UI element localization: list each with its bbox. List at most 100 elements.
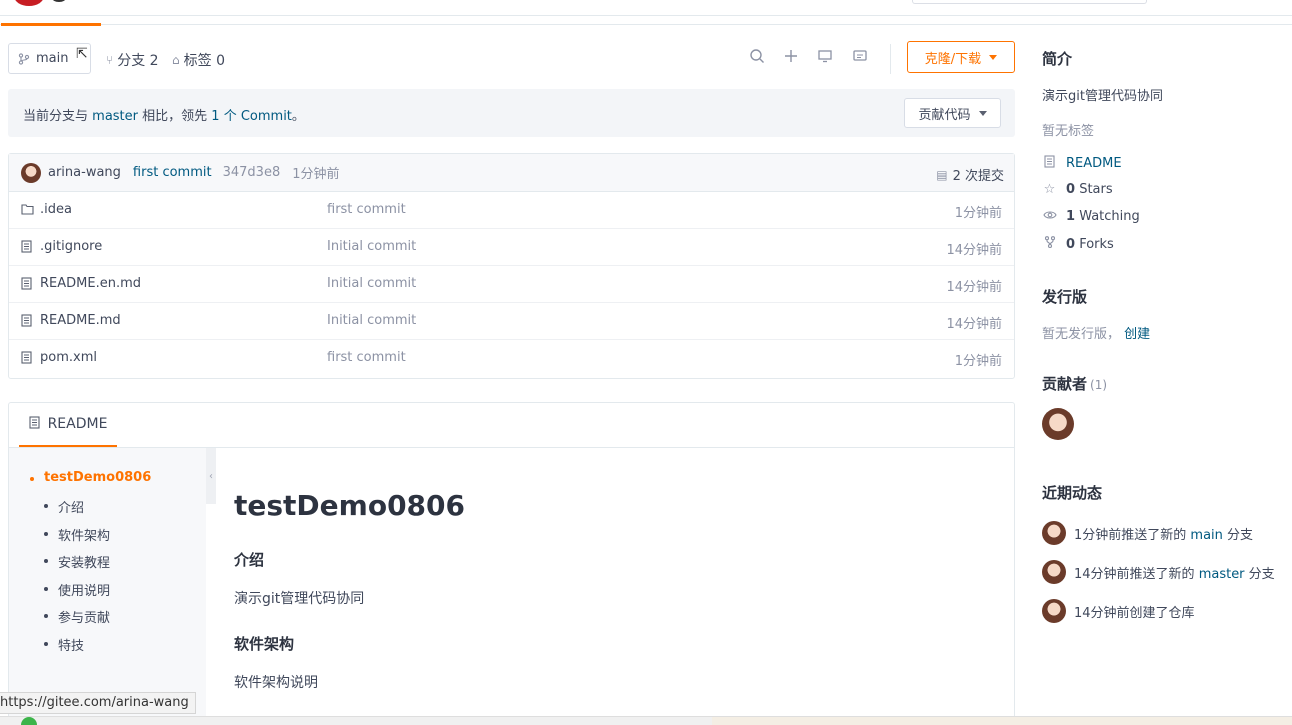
commit-author[interactable]: arina-wang xyxy=(48,165,121,180)
commit-message-link[interactable]: first commit xyxy=(133,165,212,180)
stars-stat[interactable]: ☆ 0 Stars xyxy=(1042,182,1113,197)
file-time: 14分钟前 xyxy=(946,243,1002,258)
commit-sha[interactable]: 347d3e8 xyxy=(223,165,281,180)
activity-item: 14分钟前推送了新的 master 分支 xyxy=(1042,560,1275,584)
readme-heading-arch: 软件架构 xyxy=(234,635,295,653)
readme-icon xyxy=(29,415,40,433)
forks-stat[interactable]: 0 Forks xyxy=(1042,236,1114,252)
contributor-avatar[interactable] xyxy=(1042,408,1074,440)
file-commit-message[interactable]: Initial commit xyxy=(327,239,416,254)
activity-avatar[interactable] xyxy=(1042,521,1066,545)
branch-selector[interactable]: main ⇱ xyxy=(8,43,91,74)
file-row[interactable]: .gitignore Initial commit 14分钟前 xyxy=(9,229,1014,266)
compare-text: 当前分支与 master 相比，领先 1 个 Commit。 xyxy=(23,105,305,124)
create-release-link[interactable]: 创建 xyxy=(1124,327,1150,342)
activity-branch-link[interactable]: main xyxy=(1190,528,1222,543)
web-ide-icon[interactable] xyxy=(815,48,835,68)
readme-toc: testDemo0806 介绍 软件架构 安装教程 使用说明 参与贡献 特技 xyxy=(9,448,206,724)
stars-count: 0 xyxy=(1066,182,1076,197)
chevron-left-icon: ‹ xyxy=(209,470,213,482)
readme-panel: README testDemo0806 介绍 软件架构 安装教程 使用说明 参与… xyxy=(8,402,1015,725)
file-row[interactable]: .idea first commit 1分钟前 xyxy=(9,192,1014,229)
watching-count: 1 xyxy=(1066,209,1076,224)
readme-link[interactable]: README xyxy=(1042,155,1122,172)
compare-prefix: 当前分支与 xyxy=(23,109,89,124)
toc-item[interactable]: 软件架构 xyxy=(43,525,110,544)
watching-label: Watching xyxy=(1079,209,1140,224)
file-icon xyxy=(21,314,32,331)
no-release-label: 暂无发行版， xyxy=(1042,327,1121,342)
file-commit-message[interactable]: Initial commit xyxy=(327,313,416,328)
no-release-text: 暂无发行版， 创建 xyxy=(1042,323,1150,342)
branch-icon xyxy=(18,52,30,65)
file-time: 14分钟前 xyxy=(946,317,1002,332)
contribute-code-button[interactable]: 贡献代码 xyxy=(904,98,1001,128)
file-row[interactable]: pom.xml first commit 1分钟前 xyxy=(9,340,1014,377)
file-commit-message[interactable]: first commit xyxy=(327,202,406,217)
toc-item[interactable]: 参与贡献 xyxy=(43,607,110,626)
toc-collapse-toggle[interactable]: ‹ xyxy=(206,448,216,504)
activity-suffix: 分支 xyxy=(1248,566,1275,582)
gitee-logo-icon[interactable] xyxy=(14,0,44,6)
file-name[interactable]: README.en.md xyxy=(40,276,141,291)
file-row[interactable]: README.en.md Initial commit 14分钟前 xyxy=(9,266,1014,303)
tags-link[interactable]: ⌂ 标签 0 xyxy=(172,50,225,70)
readme-link-label: README xyxy=(1066,156,1122,171)
folder-icon xyxy=(21,203,34,219)
taskbar-strip xyxy=(712,717,1292,725)
top-nav xyxy=(0,0,1292,16)
forks-label: Forks xyxy=(1079,236,1114,252)
branch-compare-bar: 当前分支与 master 相比，领先 1 个 Commit。 贡献代码 xyxy=(8,89,1015,137)
app-icon[interactable] xyxy=(21,717,37,725)
file-name[interactable]: .gitignore xyxy=(40,239,102,254)
nav-search-box[interactable] xyxy=(912,0,1147,4)
activity-item: 14分钟前创建了仓库 xyxy=(1042,599,1195,623)
clone-download-button[interactable]: 克隆/下载 xyxy=(907,41,1015,73)
activity-avatar[interactable] xyxy=(1042,599,1066,623)
star-icon: ☆ xyxy=(1043,182,1056,197)
compare-middle: 相比，领先 xyxy=(142,109,208,124)
activity-avatar[interactable] xyxy=(1042,560,1066,584)
file-icon xyxy=(21,351,32,368)
contributors-heading: 贡献者 (1) xyxy=(1042,373,1107,394)
nav-dot-icon xyxy=(52,0,66,2)
file-time: 14分钟前 xyxy=(946,280,1002,295)
commits-icon: ▤ xyxy=(936,167,948,182)
activity-suffix: 分支 xyxy=(1227,527,1254,543)
readme-heading-intro: 介绍 xyxy=(234,551,265,569)
toc-item[interactable]: 特技 xyxy=(43,635,84,654)
latest-commit-header: arina-wang first commit 347d3e8 1分钟前 ▤ 2… xyxy=(9,154,1014,192)
search-icon[interactable] xyxy=(747,48,767,68)
file-name[interactable]: .idea xyxy=(40,202,72,217)
file-list: arina-wang first commit 347d3e8 1分钟前 ▤ 2… xyxy=(8,153,1015,379)
comment-icon[interactable] xyxy=(850,48,870,68)
tab-readme[interactable]: README xyxy=(19,403,117,447)
file-name[interactable]: pom.xml xyxy=(40,350,97,365)
compare-base-branch-link[interactable]: master xyxy=(92,109,138,124)
compare-suffix: 。 xyxy=(291,109,305,124)
activity-text: 1分钟前推送了新的 xyxy=(1074,527,1187,543)
commit-time: 1分钟前 xyxy=(292,167,340,182)
branch-name: main xyxy=(36,51,69,66)
file-commit-message[interactable]: Initial commit xyxy=(327,276,416,291)
file-time: 1分钟前 xyxy=(954,354,1002,369)
toc-item[interactable]: 介绍 xyxy=(43,497,84,516)
repo-description: 演示git管理代码协同 xyxy=(1042,89,1163,104)
no-tags-text: 暂无标签 xyxy=(1042,124,1095,139)
about-heading: 简介 xyxy=(1042,50,1073,68)
file-name[interactable]: README.md xyxy=(40,313,121,328)
toc-item[interactable]: testDemo0806 xyxy=(29,470,151,485)
forks-count: 0 xyxy=(1066,236,1076,252)
activity-text: 14分钟前创建了仓库 xyxy=(1074,605,1195,621)
toc-item[interactable]: 使用说明 xyxy=(43,580,110,599)
toc-item[interactable]: 安装教程 xyxy=(43,552,110,571)
watching-stat[interactable]: 1 Watching xyxy=(1042,209,1140,224)
commits-ahead-link[interactable]: 1 个 Commit xyxy=(211,109,292,124)
activity-branch-link[interactable]: master xyxy=(1199,567,1245,582)
branches-link[interactable]: ⑂ 分支 2 xyxy=(106,50,159,70)
file-commit-message[interactable]: first commit xyxy=(327,350,406,365)
add-file-icon[interactable] xyxy=(781,48,801,68)
file-row[interactable]: README.md Initial commit 14分钟前 xyxy=(9,303,1014,340)
author-avatar[interactable] xyxy=(21,162,41,183)
commit-count-link[interactable]: ▤ 2 次提交 xyxy=(936,165,1004,185)
